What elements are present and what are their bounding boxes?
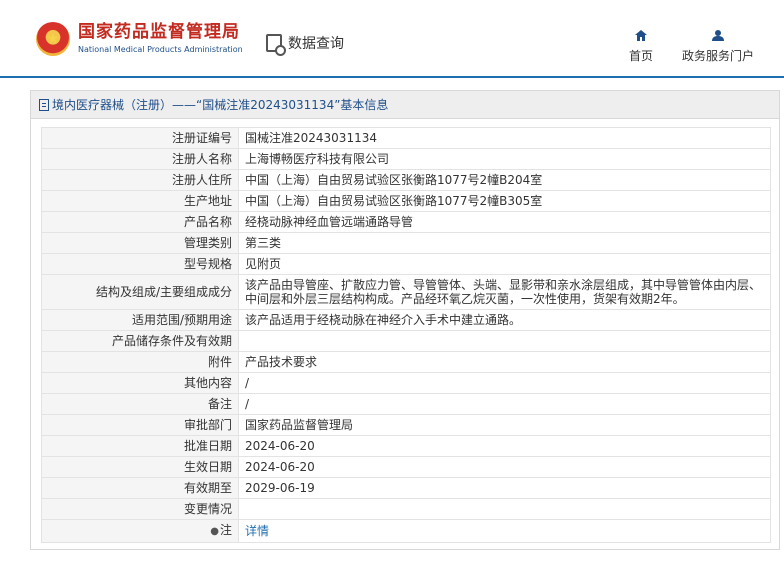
field-value: 该产品适用于经桡动脉在神经介入手术中建立通路。 (238, 309, 771, 331)
table-row: 注册人住所 中国（上海）自由贸易试验区张衡路1077号2幢B204室 (41, 169, 771, 191)
field-value: / (238, 372, 771, 394)
field-label: 结构及组成/主要组成成分 (41, 274, 239, 310)
field-label: 生效日期 (41, 456, 239, 478)
table-row: 有效期至 2029-06-19 (41, 477, 771, 499)
field-label: 产品名称 (41, 211, 239, 233)
table-row: 管理类别 第三类 (41, 232, 771, 254)
logo-chinese-name: 国家药品监督管理局 (78, 22, 240, 42)
site-logo[interactable]: ★ 国家药品监督管理局 National Medical Products Ad… (36, 22, 243, 56)
field-label: 附件 (41, 351, 239, 373)
nav-service-portal[interactable]: 政务服务门户 (682, 30, 754, 64)
field-value: 国家药品监督管理局 (238, 414, 771, 436)
field-value: 2024-06-20 (238, 435, 771, 457)
field-label: 批准日期 (41, 435, 239, 457)
table-row: 注册证编号 国械注准20243031134 (41, 127, 771, 149)
field-label: 有效期至 (41, 477, 239, 499)
field-value: 国械注准20243031134 (238, 127, 771, 149)
location-pin-icon: ● (210, 526, 219, 537)
field-value: 中国（上海）自由贸易试验区张衡路1077号2幢B305室 (238, 190, 771, 212)
field-label: 产品储存条件及有效期 (41, 330, 239, 352)
table-row: 产品名称 经桡动脉神经血管远端通路导管 (41, 211, 771, 233)
logo-text: 国家药品监督管理局 National Medical Products Admi… (78, 22, 243, 56)
table-row: 备注 / (41, 393, 771, 415)
field-value: 经桡动脉神经血管远端通路导管 (238, 211, 771, 233)
table-row: 注册人名称 上海博畅医疗科技有限公司 (41, 148, 771, 170)
table-row: 生产地址 中国（上海）自由贸易试验区张衡路1077号2幢B305室 (41, 190, 771, 212)
nav-service-portal-label: 政务服务门户 (682, 49, 755, 63)
field-value: 2024-06-20 (238, 456, 771, 478)
table-row: 附件 产品技术要求 (41, 351, 771, 373)
table-row: 批准日期 2024-06-20 (41, 435, 771, 457)
field-value: 2029-06-19 (238, 477, 771, 499)
panel-title: 境内医疗器械（注册）——“国械注准20243031134”基本信息 (52, 98, 389, 112)
field-value (238, 330, 771, 352)
note-label-cell: ●注 (41, 519, 239, 543)
field-label: 注册人名称 (41, 148, 239, 170)
details-link[interactable]: 详情 (245, 524, 269, 538)
table-row: 适用范围/预期用途 该产品适用于经桡动脉在神经介入手术中建立通路。 (41, 309, 771, 331)
field-value: 产品技术要求 (238, 351, 771, 373)
table-row: 产品储存条件及有效期 (41, 330, 771, 352)
table-row: 型号规格 见附页 (41, 253, 771, 275)
field-label: 其他内容 (41, 372, 239, 394)
note-value-cell: 详情 (238, 519, 771, 543)
document-icon (39, 98, 49, 111)
table-row: 结构及组成/主要组成成分 该产品由导管座、扩散应力管、导管管体、头端、显影带和亲水… (41, 274, 771, 310)
table-row: 生效日期 2024-06-20 (41, 456, 771, 478)
home-icon (635, 30, 647, 41)
device-info-table: 注册证编号 国械注准20243031134 注册人名称 上海博畅医疗科技有限公司 注… (41, 127, 771, 543)
field-label: 管理类别 (41, 232, 239, 254)
field-label: 审批部门 (41, 414, 239, 436)
panel-title-bar: 境内医疗器械（注册）——“国械注准20243031134”基本信息 (31, 91, 779, 119)
field-label: 生产地址 (41, 190, 239, 212)
data-query-label: 数据查询 (288, 36, 344, 52)
table-row: 审批部门 国家药品监督管理局 (41, 414, 771, 436)
field-value: 上海博畅医疗科技有限公司 (238, 148, 771, 170)
nav-home[interactable]: 首页 (629, 30, 653, 64)
field-label: 注册证编号 (41, 127, 239, 149)
search-document-icon (266, 34, 286, 56)
field-value: 中国（上海）自由贸易试验区张衡路1077号2幢B204室 (238, 169, 771, 191)
field-value: / (238, 393, 771, 415)
site-header: ★ 国家药品监督管理局 National Medical Products Ad… (0, 0, 784, 78)
logo-english-name: National Medical Products Administration (78, 45, 243, 54)
data-query-link[interactable]: 数据查询 (266, 33, 344, 56)
national-emblem-icon: ★ (36, 22, 70, 56)
field-value: 该产品由导管座、扩散应力管、导管管体、头端、显影带和亲水涂层组成，其中导管管体由… (238, 274, 771, 310)
note-label: 注 (219, 523, 232, 537)
field-label: 备注 (41, 393, 239, 415)
field-value: 见附页 (238, 253, 771, 275)
table-row: 变更情况 (41, 498, 771, 520)
field-label: 型号规格 (41, 253, 239, 275)
field-value: 第三类 (238, 232, 771, 254)
field-label: 注册人住所 (41, 169, 239, 191)
field-label: 变更情况 (41, 498, 239, 520)
device-info-panel: 境内医疗器械（注册）——“国械注准20243031134”基本信息 注册证编号国… (30, 90, 780, 550)
field-label: 适用范围/预期用途 (41, 309, 239, 331)
nav-home-label: 首页 (629, 49, 654, 63)
field-value (238, 498, 771, 520)
note-row: ●注 详情 (41, 519, 771, 543)
table-row: 其他内容 / (41, 372, 771, 394)
user-icon (712, 30, 724, 41)
